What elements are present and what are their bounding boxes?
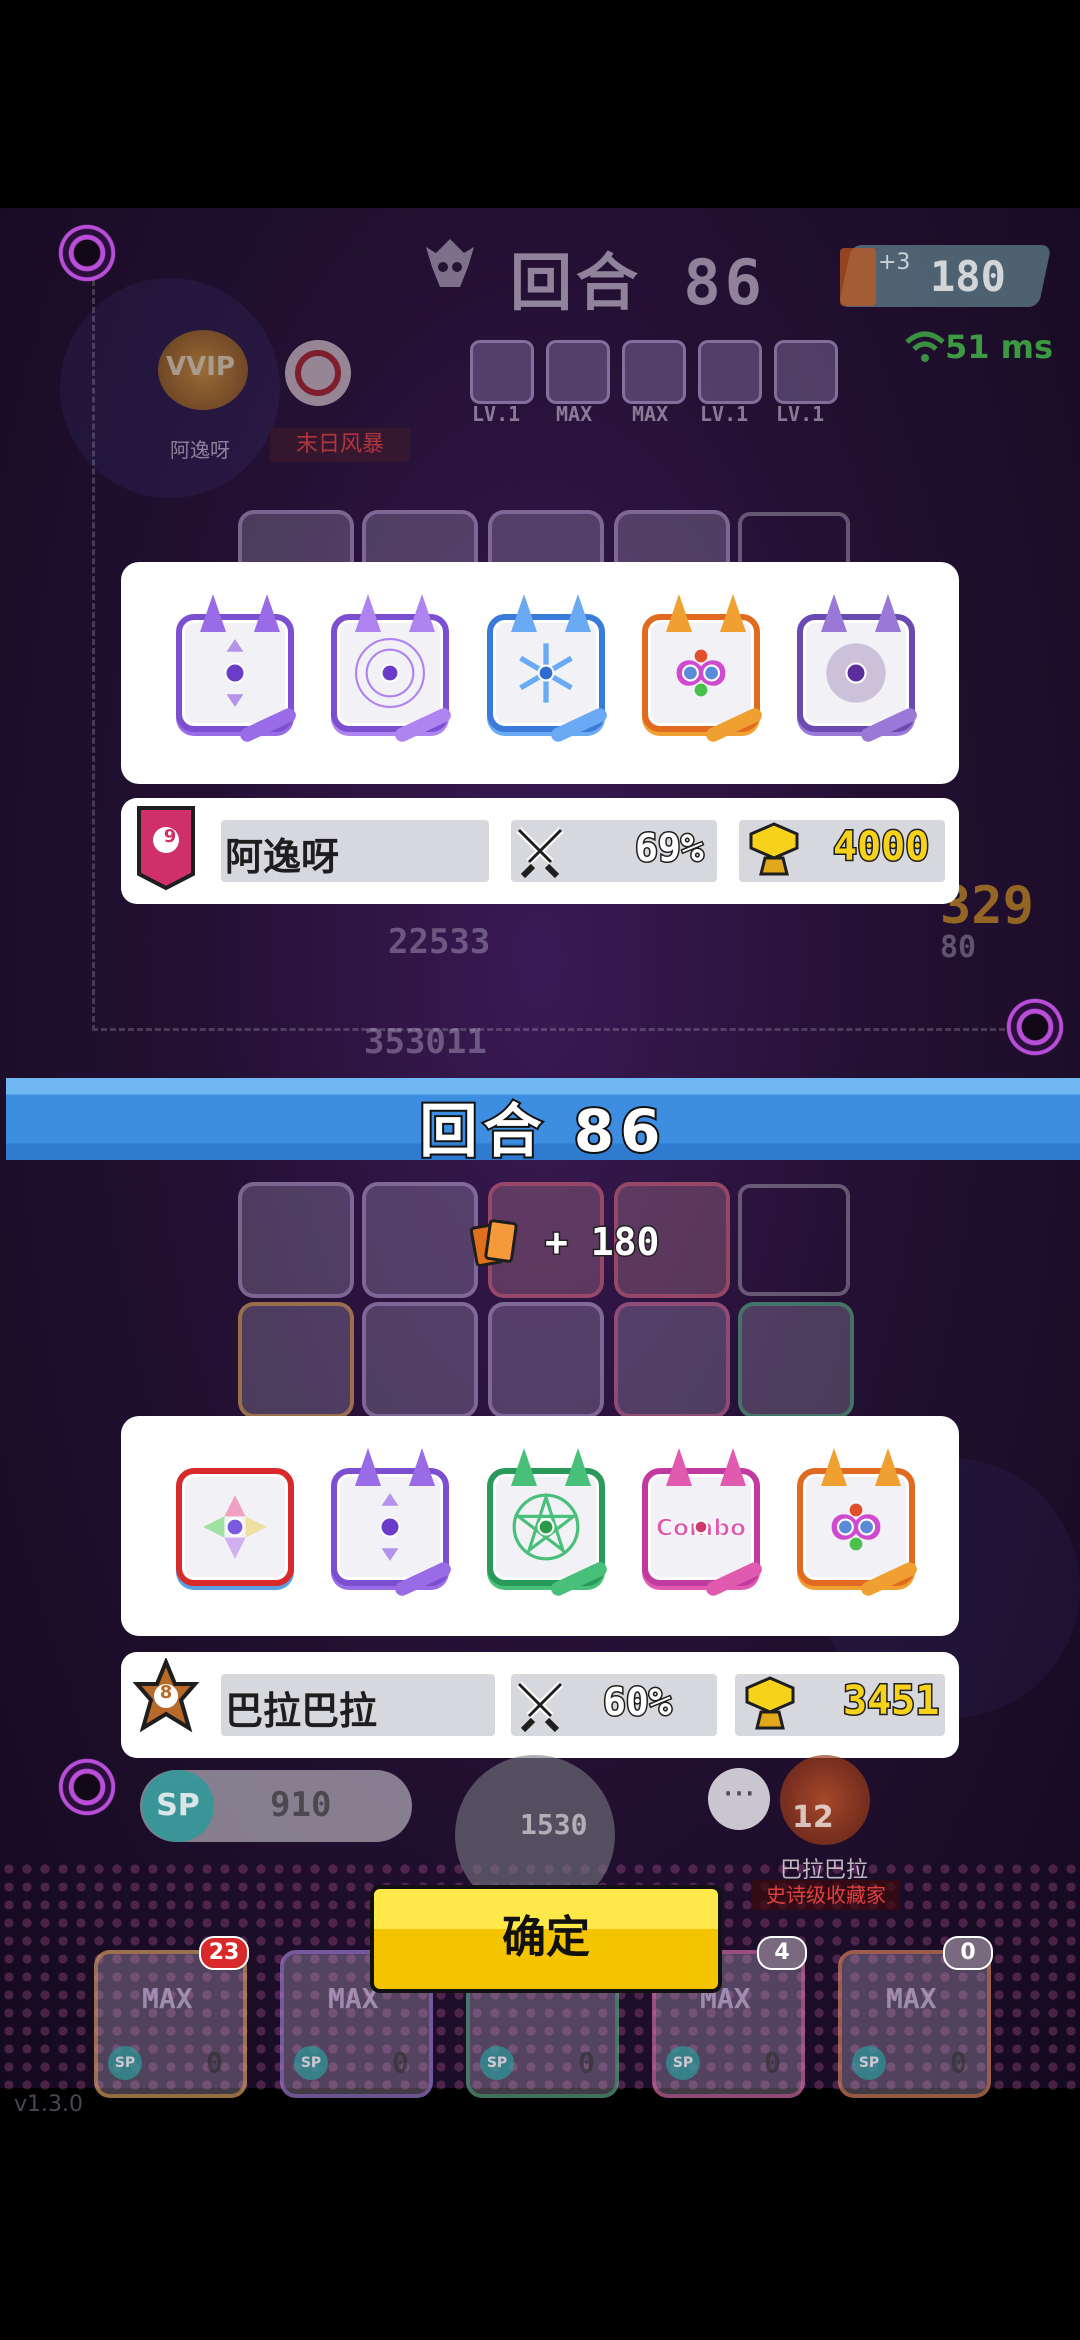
crossed-swords-icon — [516, 1681, 564, 1733]
rank-number: 8 — [159, 1682, 173, 1703]
mini-slot — [546, 340, 610, 404]
sp-value: 910 — [270, 1785, 332, 1825]
top-round-counter: 回合 86 — [510, 246, 766, 319]
deck-slot-badge: 23 — [199, 1936, 249, 1970]
confirm-button[interactable]: 确定 — [370, 1885, 722, 1993]
deck-slot-cost: 0 — [578, 2046, 595, 2079]
cards-value: 180 — [930, 252, 1006, 301]
no-entry-icon — [285, 340, 351, 406]
vip-label: VVIP — [166, 352, 235, 382]
player1-gold: 4000 — [831, 823, 930, 872]
rainbow-infinity-die — [642, 594, 765, 745]
round-banner-text: 回合 86 — [418, 1095, 667, 1167]
sp-icon: SP — [294, 2046, 328, 2080]
sp-icon: SP — [480, 2046, 514, 2080]
mini-slot-level: LV.1 — [472, 402, 521, 426]
top-player-name: 阿逸呀 — [170, 438, 230, 462]
cards-plus: +3 — [878, 250, 911, 275]
mini-slot-level: MAX — [632, 402, 669, 426]
opponent-title-tag: 史诗级收藏家 — [752, 1880, 900, 1910]
mini-slot — [774, 340, 838, 404]
version-label: v1.3.0 — [14, 2092, 83, 2117]
gold-trophy-icon — [745, 1676, 795, 1730]
summon-cost: 1530 — [520, 1808, 588, 1841]
mini-slot-level: MAX — [556, 402, 593, 426]
blue-frost-die — [487, 594, 610, 745]
ping-value: 51 ms — [945, 328, 1054, 366]
card-reward-text: + 180 — [543, 1219, 660, 1266]
mode-tag: 末日风暴 — [270, 428, 410, 462]
card-icon — [840, 248, 876, 306]
mini-slot-level: LV.1 — [776, 402, 825, 426]
rainbow-infinity-die — [797, 1448, 920, 1599]
deck-slot-cost: 0 — [206, 2046, 223, 2079]
wifi-icon — [905, 331, 945, 362]
player1-win-rate: 69% — [634, 825, 706, 872]
sp-icon: SP — [852, 2046, 886, 2080]
opponent-level: 12 — [792, 1800, 834, 1835]
deck-slot-cost: 0 — [950, 2046, 967, 2079]
deck-slot-badge: 4 — [757, 1936, 807, 1970]
player2-info-bar: 8 巴拉巴拉 60% 3451 — [121, 1652, 959, 1758]
player1-info-bar: 9 阿逸呀 69% 4000 — [121, 798, 959, 904]
deck-slot[interactable]: MAX SP 0 0 — [838, 1936, 993, 2098]
player2-gold: 3451 — [841, 1677, 940, 1726]
chat-button[interactable]: ··· — [708, 1768, 770, 1830]
board-die — [362, 1182, 478, 1298]
deck-slot-level: MAX — [142, 1982, 193, 2015]
board-die — [362, 1302, 478, 1418]
board-empty-slot — [738, 1184, 850, 1296]
deck-slot[interactable]: MAX SP 0 23 — [94, 1936, 249, 2098]
rank-badge-icon — [137, 806, 195, 891]
board-die — [238, 1302, 354, 1418]
deck-slot-cost: 0 — [764, 2046, 781, 2079]
purple-arrow-die — [331, 1448, 454, 1599]
green-pentagram-die — [487, 1448, 610, 1599]
purple-arrow-die — [176, 594, 299, 745]
vip-badge: VVIP — [158, 330, 248, 410]
player2-dice-panel: Combo — [121, 1416, 959, 1636]
round-banner: 回合 86 — [6, 1078, 1080, 1167]
mini-slot — [698, 340, 762, 404]
boss-skull-icon — [426, 239, 474, 287]
purple-shadow-die — [797, 594, 920, 745]
combo-die: Combo — [642, 1448, 765, 1599]
sp-icon: SP — [108, 2046, 142, 2080]
mini-slot — [622, 340, 686, 404]
player1-name: 阿逸呀 — [225, 835, 340, 879]
board-die — [614, 1302, 730, 1418]
score-value: 353011 — [364, 1022, 487, 1062]
portal-icon — [52, 218, 122, 288]
board-die — [238, 1182, 354, 1298]
rank-star-badge-icon — [133, 1658, 199, 1733]
mini-slot-level: LV.1 — [700, 402, 749, 426]
board-die — [738, 1302, 854, 1418]
player2-name: 巴拉巴拉 — [225, 1689, 378, 1733]
card-reward-icon — [470, 1219, 518, 1266]
player1-dice-panel — [121, 562, 959, 784]
boss-hp: 22533 — [388, 922, 491, 962]
sp-icon: SP — [666, 2046, 700, 2080]
damage-number: 80 — [940, 930, 977, 965]
crossed-swords-icon — [516, 827, 564, 879]
deck-slot-cost: 0 — [392, 2046, 409, 2079]
rainbow-prism-die — [176, 1468, 294, 1586]
mini-slot — [470, 340, 534, 404]
portal-icon — [52, 1752, 122, 1822]
gold-trophy-icon — [749, 822, 799, 876]
board-die — [488, 1302, 604, 1418]
purple-rune-die — [331, 594, 454, 745]
rank-number: 9 — [163, 826, 177, 847]
deck-slot-level: MAX — [886, 1982, 937, 2015]
deck-slot-badge: 0 — [943, 1936, 993, 1970]
portal-icon — [1000, 992, 1070, 1062]
player2-win-rate: 60% — [602, 1679, 674, 1726]
sp-icon: SP — [142, 1770, 214, 1842]
